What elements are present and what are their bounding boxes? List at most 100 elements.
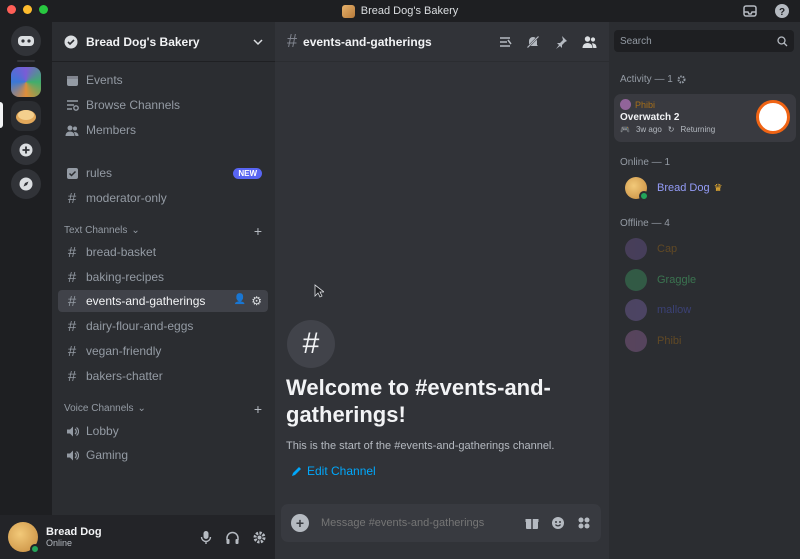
channel-hashtag-icon: # — [287, 320, 335, 368]
message-composer[interactable]: + — [281, 504, 601, 542]
create-channel-icon[interactable]: + — [254, 401, 262, 417]
gamepad-icon: 🎮 — [620, 125, 630, 134]
voice-channel-lobby[interactable]: Lobby — [58, 420, 268, 442]
add-server-button[interactable] — [11, 135, 41, 165]
inbox-icon[interactable] — [742, 3, 758, 19]
channel-sidebar: Bread Dog's Bakery Events Browse Channel… — [52, 22, 275, 559]
message-input[interactable] — [321, 517, 525, 529]
sidebar-item-events[interactable]: Events — [58, 69, 268, 91]
offline-header: Offline — 4 — [620, 218, 670, 229]
activity-header: Activity — 1 — [620, 74, 686, 85]
gear-icon[interactable] — [677, 75, 686, 84]
channel-label: events-and-gatherings — [86, 294, 206, 308]
search-icon — [777, 35, 788, 46]
headphones-icon[interactable] — [225, 530, 240, 545]
channel-moderator-only[interactable]: # moderator-only — [58, 187, 268, 209]
channel-title: events-and-gatherings — [303, 34, 432, 49]
sidebar-item-label: Members — [86, 123, 137, 137]
channel-bakers-chatter[interactable]: # bakers-chatter — [58, 365, 268, 387]
sidebar-item-label: Events — [86, 73, 123, 87]
member-phibi[interactable]: Phibi — [614, 327, 794, 355]
channel-label: bakers-chatter — [86, 369, 163, 383]
rail-separator — [17, 60, 35, 62]
channel-rules[interactable]: rules NEW — [58, 162, 268, 184]
crown-icon: ♛ — [713, 182, 723, 194]
calendar-icon — [64, 72, 80, 88]
new-badge: NEW — [233, 167, 262, 179]
channel-vegan-friendly[interactable]: # vegan-friendly — [58, 340, 268, 362]
speaker-icon — [64, 447, 80, 463]
minimize-window-button[interactable] — [23, 5, 32, 14]
avatar[interactable] — [8, 522, 40, 554]
direct-messages-button[interactable] — [11, 26, 41, 56]
sidebar-item-browse-channels[interactable]: Browse Channels — [58, 94, 268, 116]
channel-events-and-gatherings[interactable]: # events-and-gatherings 👤 ⚙ — [58, 290, 268, 312]
channel-baking-recipes[interactable]: # baking-recipes — [58, 266, 268, 288]
gift-icon[interactable] — [525, 516, 539, 530]
upload-plus-button[interactable]: + — [291, 514, 309, 532]
activity-tag: Returning — [680, 125, 716, 134]
apps-icon[interactable] — [577, 516, 591, 530]
avatar — [625, 299, 647, 321]
category-label: Text Channels — [64, 225, 128, 236]
bread-icon — [16, 110, 36, 124]
chevron-down-icon — [253, 38, 263, 45]
pin-icon[interactable] — [554, 35, 568, 49]
server-button-bread-dogs-bakery[interactable] — [11, 101, 41, 131]
guild-header[interactable]: Bread Dog's Bakery — [52, 22, 275, 62]
channel-dairy-flour-and-eggs[interactable]: # dairy-flour-and-eggs — [58, 315, 268, 337]
edit-channel-link[interactable]: Edit Channel — [291, 464, 376, 478]
overwatch-logo-icon — [756, 100, 790, 134]
server-button-art[interactable] — [11, 67, 41, 97]
activity-card[interactable]: Phibi Overwatch 2 🎮 3w ago ↻ Returning — [614, 94, 796, 142]
refresh-icon: ↻ — [667, 125, 675, 134]
avatar — [625, 238, 647, 260]
channel-label: bread-basket — [86, 245, 157, 259]
chevron-down-icon: ⌄ — [131, 225, 140, 236]
sticker-icon[interactable] — [551, 516, 565, 530]
maximize-window-button[interactable] — [39, 5, 48, 14]
close-window-button[interactable] — [7, 5, 16, 14]
create-channel-icon[interactable]: + — [254, 223, 262, 239]
member-list-icon[interactable] — [582, 35, 597, 49]
online-status-icon — [30, 544, 40, 554]
member-name: Bread Dog — [657, 182, 710, 194]
notification-bell-muted-icon[interactable] — [526, 34, 540, 49]
member-mallow[interactable]: mallow — [614, 296, 794, 324]
category-text-channels[interactable]: Text Channels ⌄ + — [58, 223, 268, 239]
category-label: Voice Channels — [64, 403, 134, 414]
channel-bread-basket[interactable]: # bread-basket — [58, 241, 268, 263]
online-status-icon — [639, 191, 649, 201]
compass-icon — [19, 177, 33, 191]
guild-name: Bread Dog's Bakery — [86, 34, 200, 49]
gear-icon[interactable]: ⚙ — [251, 294, 262, 308]
channel-label: baking-recipes — [86, 270, 165, 284]
activity-user: Phibi — [635, 99, 656, 110]
search-input[interactable]: Search — [614, 30, 794, 52]
channel-label: vegan-friendly — [86, 344, 162, 358]
sidebar-item-members[interactable]: Members — [58, 119, 268, 141]
create-invite-icon[interactable]: 👤 — [234, 294, 246, 308]
microphone-icon[interactable] — [199, 530, 213, 545]
gear-icon[interactable] — [252, 530, 267, 545]
channel-label: Lobby — [86, 424, 119, 438]
category-voice-channels[interactable]: Voice Channels ⌄ + — [58, 401, 268, 417]
user-panel: Bread Dog Online — [0, 515, 275, 559]
member-graggle[interactable]: Graggle — [614, 266, 794, 294]
speaker-icon — [64, 423, 80, 439]
channel-actions: 👤 ⚙ — [234, 294, 262, 308]
locked-channel-icon: # — [67, 189, 77, 207]
browse-channels-icon — [64, 97, 80, 113]
rules-icon — [64, 165, 80, 181]
help-icon[interactable]: ? — [774, 3, 790, 19]
window-controls — [7, 5, 48, 14]
discord-logo-icon — [18, 36, 34, 46]
discover-button[interactable] — [11, 169, 41, 199]
member-bread-dog[interactable]: Bread Dog ♛ — [614, 174, 794, 202]
voice-channel-gaming[interactable]: Gaming — [58, 444, 268, 466]
members-icon — [64, 122, 80, 138]
mouse-cursor-icon — [314, 284, 324, 298]
threads-icon[interactable] — [498, 35, 512, 49]
channel-label: moderator-only — [86, 191, 167, 205]
member-cap[interactable]: Cap — [614, 235, 794, 263]
